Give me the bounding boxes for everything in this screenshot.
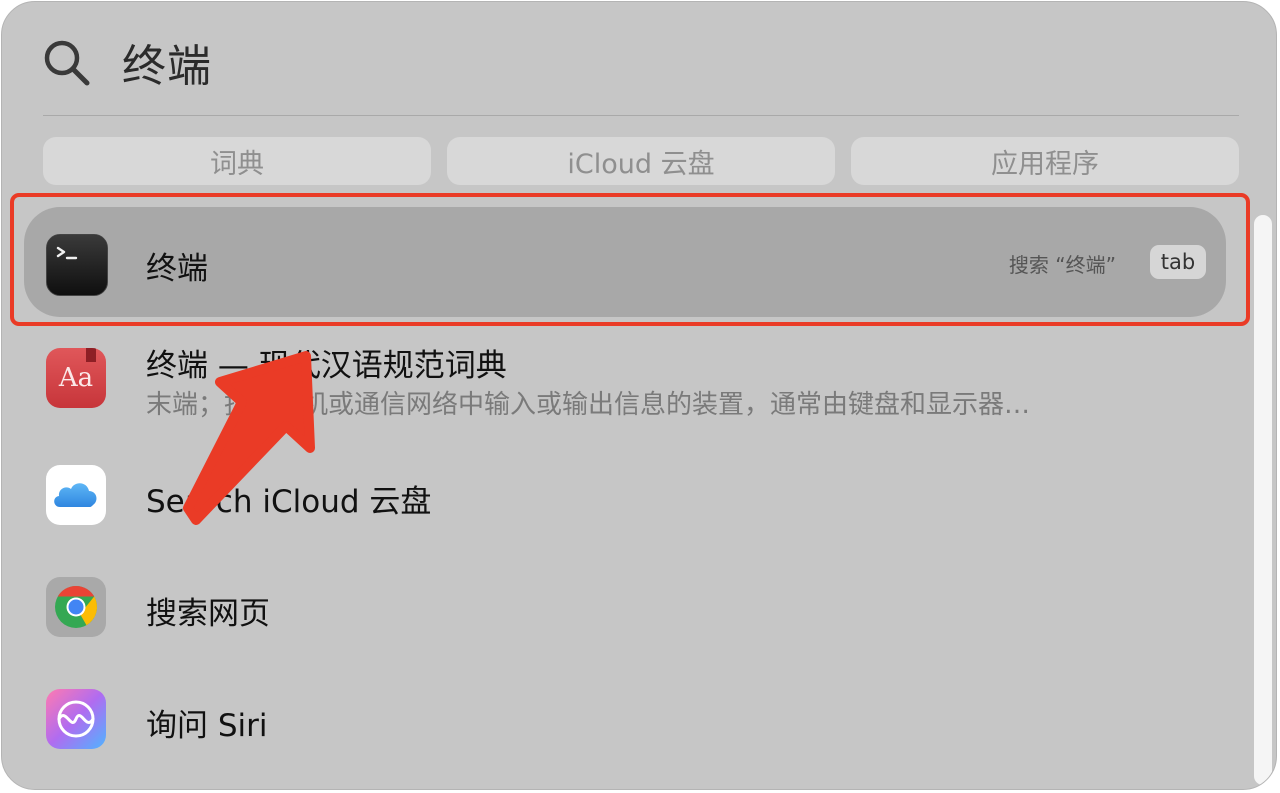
search-bar[interactable]: 终端: [42, 30, 212, 94]
search-divider: [43, 115, 1239, 116]
filter-applications[interactable]: 应用程序: [851, 137, 1239, 185]
result-search-icloud[interactable]: Search iCloud 云盘: [24, 438, 1226, 548]
terminal-icon: [46, 234, 108, 296]
result-title: 终端: [146, 251, 208, 287]
icloud-icon: [46, 465, 106, 525]
result-terminal-app[interactable]: 终端 搜索 “终端” tab: [24, 207, 1226, 317]
result-title: 询问 Siri: [146, 708, 268, 744]
results-scrollbar[interactable]: [1254, 215, 1272, 785]
search-query[interactable]: 终端: [122, 30, 212, 94]
result-title: Search iCloud 云盘: [146, 484, 432, 520]
result-subtitle: 末端；指计算机或通信网络中输入或输出信息的装置，通常由键盘和显示器…: [146, 390, 1031, 420]
search-hint: 搜索 “终端”: [1008, 253, 1116, 277]
chrome-icon: [46, 577, 106, 637]
filter-icloud-drive[interactable]: iCloud 云盘: [447, 137, 835, 185]
filter-dictionary[interactable]: 词典: [43, 137, 431, 185]
magnifier-icon: [44, 40, 90, 86]
result-ask-siri[interactable]: 询问 Siri: [24, 662, 1226, 772]
result-dictionary[interactable]: Aa 终端 — 现代汉语规范词典 末端；指计算机或通信网络中输入或输出信息的装置…: [24, 328, 1226, 428]
dictionary-icon: Aa: [46, 348, 106, 408]
siri-icon: [46, 689, 106, 749]
result-title: 搜索网页: [146, 596, 270, 632]
spotlight-panel: 终端 词典 iCloud 云盘 应用程序 终端 搜索 “终端” tab Aa 终…: [1, 1, 1277, 790]
filter-chips: 词典 iCloud 云盘 应用程序: [43, 137, 1239, 185]
tab-key-badge: tab: [1150, 245, 1206, 279]
result-title: 终端 — 现代汉语规范词典: [146, 348, 507, 384]
result-search-web[interactable]: 搜索网页: [24, 550, 1226, 660]
